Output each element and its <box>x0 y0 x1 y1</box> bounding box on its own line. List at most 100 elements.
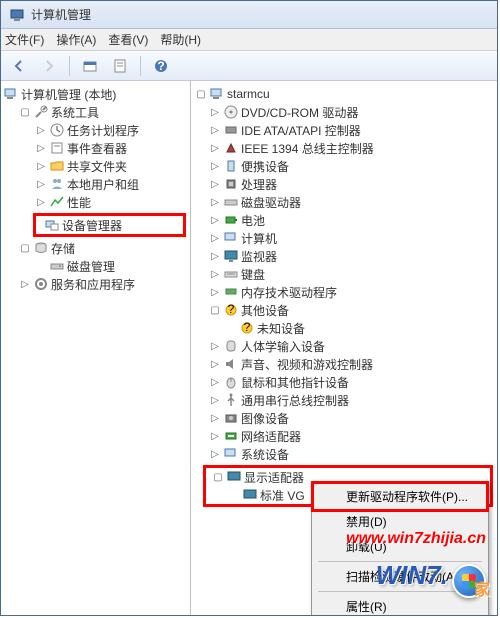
titlebar[interactable]: 计算机管理 <box>1 1 497 29</box>
services-icon <box>33 276 49 292</box>
tree-performance[interactable]: ▷ 性能 <box>1 193 190 211</box>
collapse-icon[interactable]: ▢ <box>207 302 223 318</box>
tree-label: 未知设备 <box>257 320 305 337</box>
monitor-icon <box>223 248 239 264</box>
menu-file[interactable]: 文件(F) <box>5 31 44 48</box>
tree-label: starmcu <box>227 87 270 101</box>
tree-device-manager[interactable]: 设备管理器 <box>36 216 183 234</box>
device-imaging[interactable]: ▷ 图像设备 <box>191 409 497 427</box>
left-tree-pane: 计算机管理 (本地) ▢ 系统工具 ▷ 任务计划程序 ▷ 事件查看器 ▷ 共享文… <box>1 81 191 615</box>
device-tree-root[interactable]: ▢ starmcu <box>191 85 497 103</box>
device-computer[interactable]: ▷计算机 <box>191 229 497 247</box>
device-usb[interactable]: ▷ 通用串行总线控制器 <box>191 391 497 409</box>
device-hid[interactable]: ▷人体学输入设备 <box>191 337 497 355</box>
tree-label: 键盘 <box>241 266 265 283</box>
expand-icon[interactable]: ▷ <box>207 104 223 120</box>
back-button[interactable] <box>7 54 31 78</box>
tree-local-users[interactable]: ▷ 本地用户和组 <box>1 175 190 193</box>
tree-label: 磁盘驱动器 <box>241 194 301 211</box>
expand-icon[interactable]: ▷ <box>207 158 223 174</box>
expand-icon[interactable]: ▷ <box>207 194 223 210</box>
tree-disk-mgmt[interactable]: 磁盘管理 <box>1 257 190 275</box>
tree-label: 声音、视频和游戏控制器 <box>241 356 373 373</box>
tree-task-scheduler[interactable]: ▷ 任务计划程序 <box>1 121 190 139</box>
display-icon <box>226 469 242 485</box>
expand-icon[interactable]: ▷ <box>207 446 223 462</box>
tree-label: 任务计划程序 <box>67 122 139 139</box>
tree-label: 便携设备 <box>241 158 289 175</box>
device-memory-tech[interactable]: ▷内存技术驱动程序 <box>191 283 497 301</box>
expand-icon[interactable]: ▷ <box>207 356 223 372</box>
menu-item-label: 属性(R) <box>346 600 387 614</box>
properties-button[interactable] <box>108 54 132 78</box>
expand-icon[interactable]: ▷ <box>207 410 223 426</box>
device-portable[interactable]: ▷ 便携设备 <box>191 157 497 175</box>
device-sound[interactable]: ▷ 声音、视频和游戏控制器 <box>191 355 497 373</box>
collapse-icon[interactable]: ▢ <box>17 104 33 120</box>
svg-text:?: ? <box>157 59 164 73</box>
expand-icon[interactable]: ▷ <box>207 428 223 444</box>
device-dvd[interactable]: ▷DVD/CD-ROM 驱动器 <box>191 103 497 121</box>
expand-icon[interactable]: ▷ <box>33 158 49 174</box>
menu-action[interactable]: 操作(A) <box>56 31 96 48</box>
tree-label: 磁盘管理 <box>67 258 115 275</box>
expand-icon[interactable]: ▷ <box>207 338 223 354</box>
watermark-text: www.win7zhijia.cn <box>346 530 486 548</box>
collapse-icon[interactable]: ▢ <box>17 240 33 256</box>
device-disk-drives[interactable]: ▷ 磁盘驱动器 <box>191 193 497 211</box>
tree-label: 通用串行总线控制器 <box>241 392 349 409</box>
expand-icon[interactable]: ▷ <box>207 248 223 264</box>
expand-icon[interactable]: ▷ <box>207 374 223 390</box>
device-ide[interactable]: ▷IDE ATA/ATAPI 控制器 <box>191 121 497 139</box>
toolbar-separator <box>140 56 141 76</box>
forward-button[interactable] <box>37 54 61 78</box>
expand-icon[interactable]: ▷ <box>207 230 223 246</box>
expand-icon[interactable]: ▷ <box>33 122 49 138</box>
disk-icon <box>49 258 65 274</box>
device-keyboards[interactable]: ▷ 键盘 <box>191 265 497 283</box>
expand-icon[interactable]: ▷ <box>33 140 49 156</box>
win7-logo-suffix: 家 <box>474 576 490 600</box>
tree-label: 性能 <box>67 194 91 211</box>
device-processors[interactable]: ▷ 处理器 <box>191 175 497 193</box>
help-button[interactable]: ? <box>149 54 173 78</box>
tree-label: 共享文件夹 <box>67 158 127 175</box>
tree-storage[interactable]: ▢ 存储 <box>1 239 190 257</box>
device-unknown[interactable]: ?未知设备 <box>191 319 497 337</box>
tree-label: 图像设备 <box>241 410 289 427</box>
tree-services-apps[interactable]: ▷ 服务和应用程序 <box>1 275 190 293</box>
toolbar-separator <box>69 56 70 76</box>
expand-icon[interactable]: ▷ <box>207 122 223 138</box>
device-ieee1394[interactable]: ▷IEEE 1394 总线主控制器 <box>191 139 497 157</box>
expand-icon[interactable]: ▷ <box>207 392 223 408</box>
menu-help[interactable]: 帮助(H) <box>160 31 201 48</box>
device-monitors[interactable]: ▷监视器 <box>191 247 497 265</box>
up-button[interactable] <box>78 54 102 78</box>
tree-system-tools[interactable]: ▢ 系统工具 <box>1 103 190 121</box>
menu-update-driver[interactable]: 更新驱动程序软件(P)... <box>311 481 489 512</box>
expand-icon[interactable]: ▷ <box>207 284 223 300</box>
computer-management-window: 计算机管理 文件(F) 操作(A) 查看(V) 帮助(H) ? 计算机管理 (本… <box>0 0 498 616</box>
expand-icon[interactable]: ▷ <box>33 176 49 192</box>
expand-icon[interactable]: ▷ <box>207 176 223 192</box>
tree-label: 处理器 <box>241 176 277 193</box>
tree-event-viewer[interactable]: ▷ 事件查看器 <box>1 139 190 157</box>
expand-icon[interactable]: ▷ <box>33 194 49 210</box>
menu-view[interactable]: 查看(V) <box>108 31 148 48</box>
device-system[interactable]: ▷系统设备 <box>191 445 497 463</box>
tree-root-computer-mgmt[interactable]: 计算机管理 (本地) <box>1 85 190 103</box>
device-batteries[interactable]: ▷电池 <box>191 211 497 229</box>
expand-icon[interactable]: ▷ <box>207 212 223 228</box>
device-other[interactable]: ▢?其他设备 <box>191 301 497 319</box>
collapse-icon[interactable]: ▢ <box>210 469 226 485</box>
tree-shared-folders[interactable]: ▷ 共享文件夹 <box>1 157 190 175</box>
expand-icon[interactable]: ▷ <box>207 140 223 156</box>
expand-icon[interactable]: ▷ <box>207 266 223 282</box>
sound-icon <box>223 356 239 372</box>
expand-icon[interactable]: ▷ <box>17 276 33 292</box>
collapse-icon[interactable]: ▢ <box>193 86 209 102</box>
window-title: 计算机管理 <box>31 6 91 23</box>
device-mice[interactable]: ▷鼠标和其他指针设备 <box>191 373 497 391</box>
win7-logo: WIN7. 家 <box>376 560 486 598</box>
device-network[interactable]: ▷网络适配器 <box>191 427 497 445</box>
